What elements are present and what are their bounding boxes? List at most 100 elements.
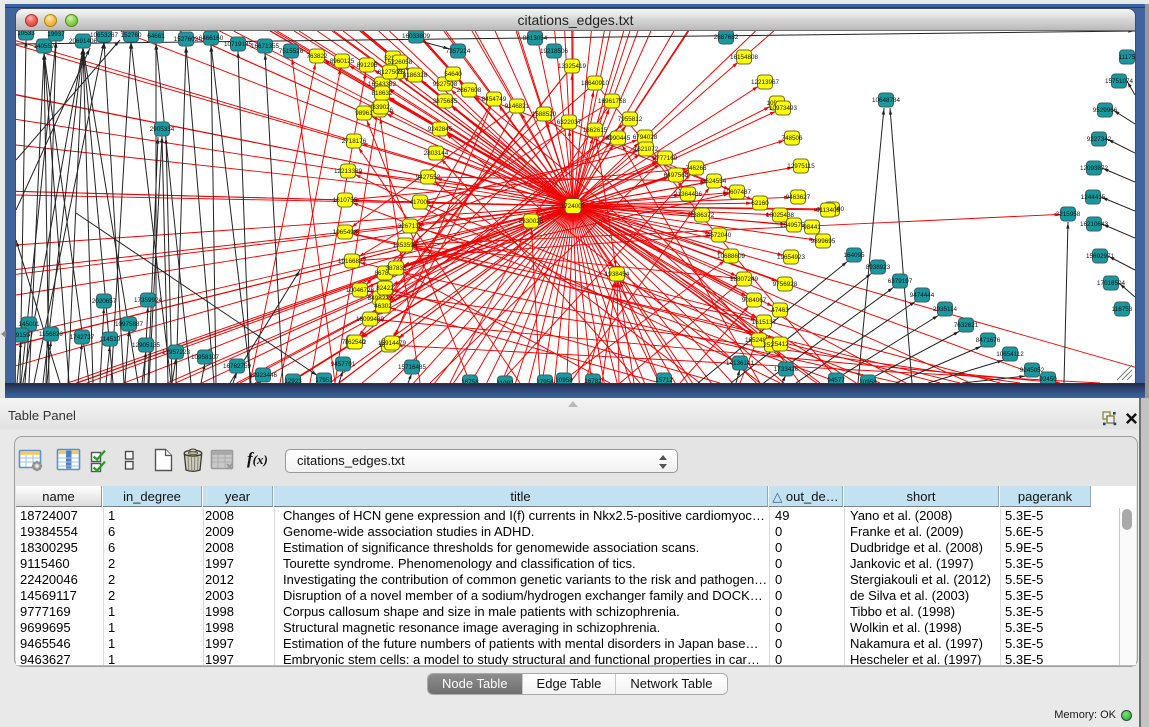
svg-text:1244415: 1244415 xyxy=(1081,194,1106,201)
svg-text:8990445: 8990445 xyxy=(606,135,631,142)
svg-text:1353594: 1353594 xyxy=(393,242,418,249)
svg-text:9529966: 9529966 xyxy=(1093,107,1118,114)
svg-text:4572040: 4572040 xyxy=(707,232,732,239)
svg-text:14136141: 14136141 xyxy=(726,360,755,367)
svg-text:9474444: 9474444 xyxy=(910,292,935,299)
svg-text:46302: 46302 xyxy=(374,303,392,310)
svg-text:16033809: 16033809 xyxy=(402,33,431,40)
svg-text:8454749: 8454749 xyxy=(482,96,507,103)
svg-text:17956: 17956 xyxy=(536,379,554,383)
svg-text:10653267: 10653267 xyxy=(90,32,119,39)
svg-text:152760: 152760 xyxy=(120,32,142,39)
svg-text:8960125: 8960125 xyxy=(330,58,355,65)
svg-text:16099489: 16099489 xyxy=(356,316,385,323)
svg-text:12975115: 12975115 xyxy=(787,163,815,170)
svg-text:7955812: 7955812 xyxy=(618,116,643,123)
svg-text:3875685: 3875685 xyxy=(433,98,458,105)
svg-text:9227342: 9227342 xyxy=(1087,136,1112,143)
svg-text:82422: 82422 xyxy=(376,285,394,292)
svg-text:83902: 83902 xyxy=(372,104,390,111)
svg-text:12905135: 12905135 xyxy=(132,342,161,349)
svg-text:16961758: 16961758 xyxy=(598,98,627,105)
svg-text:16758: 16758 xyxy=(461,379,479,383)
svg-text:2330023: 2330023 xyxy=(519,218,544,225)
svg-text:8127503: 8127503 xyxy=(378,69,403,76)
svg-text:98441: 98441 xyxy=(803,224,821,231)
svg-text:1615137: 1615137 xyxy=(752,319,777,326)
svg-text:19166827: 19166827 xyxy=(338,258,367,265)
svg-text:1742737: 1742737 xyxy=(70,334,95,341)
svg-text:47463: 47463 xyxy=(771,307,789,314)
svg-text:9777169: 9777169 xyxy=(653,155,678,162)
svg-text:6794028: 6794028 xyxy=(633,134,658,141)
svg-text:387833: 387833 xyxy=(385,265,407,272)
svg-text:2935114: 2935114 xyxy=(933,306,958,313)
svg-text:16671355: 16671355 xyxy=(251,43,280,50)
svg-text:11175: 11175 xyxy=(1119,54,1135,61)
svg-text:10688609: 10688609 xyxy=(717,253,746,260)
svg-text:16782759: 16782759 xyxy=(223,363,252,370)
svg-text:9113405: 9113405 xyxy=(816,207,841,214)
svg-text:18807249: 18807249 xyxy=(730,276,759,283)
svg-text:17951: 17951 xyxy=(315,377,333,383)
svg-text:417006: 417006 xyxy=(409,199,431,206)
svg-text:116753: 116753 xyxy=(1112,306,1133,313)
svg-text:6322037: 6322037 xyxy=(557,119,582,126)
svg-text:8938923: 8938923 xyxy=(866,264,891,271)
svg-text:2718176: 2718176 xyxy=(342,138,367,145)
svg-text:763822: 763822 xyxy=(306,53,328,60)
svg-text:20691406: 20691406 xyxy=(69,38,98,45)
svg-text:17957223: 17957223 xyxy=(162,349,191,356)
svg-text:15914479: 15914479 xyxy=(378,340,407,347)
svg-text:10958: 10958 xyxy=(859,379,877,383)
svg-text:2020657: 2020657 xyxy=(92,298,117,305)
svg-text:3267130: 3267130 xyxy=(398,223,423,230)
svg-text:1733426: 1733426 xyxy=(774,366,799,373)
svg-text:98961: 98961 xyxy=(355,110,373,117)
svg-text:10607487: 10607487 xyxy=(723,189,752,196)
svg-text:19654923: 19654923 xyxy=(777,254,806,261)
svg-text:145001: 145001 xyxy=(18,321,40,328)
svg-text:6379197: 6379197 xyxy=(888,278,913,285)
svg-text:12093872: 12093872 xyxy=(1080,165,1109,172)
svg-text:9427552: 9427552 xyxy=(416,174,441,181)
svg-text:9242845: 9242845 xyxy=(428,126,453,133)
svg-text:7632621: 7632621 xyxy=(954,322,979,329)
svg-text:1965498: 1965498 xyxy=(333,229,358,236)
svg-text:10958107: 10958107 xyxy=(191,354,220,361)
svg-text:19218506: 19218506 xyxy=(540,48,569,55)
svg-text:9756928: 9756928 xyxy=(773,281,798,288)
svg-text:19937: 19937 xyxy=(47,31,65,38)
svg-text:9327508: 9327508 xyxy=(433,81,458,88)
svg-text:10046728: 10046728 xyxy=(346,287,375,294)
svg-text:10654112: 10654112 xyxy=(996,351,1024,358)
svg-text:762540: 762540 xyxy=(344,339,366,346)
svg-text:1588520: 1588520 xyxy=(532,111,557,118)
svg-text:54640: 54640 xyxy=(444,71,462,78)
svg-text:92450: 92450 xyxy=(1039,376,1057,383)
svg-text:748506: 748506 xyxy=(781,135,803,142)
svg-text:12213389: 12213389 xyxy=(334,168,363,175)
svg-text:1724007: 1724007 xyxy=(561,203,586,210)
svg-text:2887682: 2887682 xyxy=(714,34,739,41)
svg-text:10958: 10958 xyxy=(555,377,573,383)
svg-text:8471676: 8471676 xyxy=(976,337,1001,344)
svg-text:11092: 11092 xyxy=(496,380,514,383)
svg-text:17016504: 17016504 xyxy=(1097,280,1126,287)
svg-text:746266: 746266 xyxy=(685,165,707,172)
svg-text:39159: 39159 xyxy=(16,332,30,339)
svg-text:17359924: 17359924 xyxy=(134,297,163,304)
svg-text:62160: 62160 xyxy=(751,200,769,207)
svg-text:6497568: 6497568 xyxy=(664,172,689,179)
svg-text:1362615: 1362615 xyxy=(583,127,608,134)
svg-text:10719185: 10719185 xyxy=(224,41,253,48)
svg-text:3215958: 3215958 xyxy=(1056,211,1081,218)
svg-text:7386372: 7386372 xyxy=(690,212,715,219)
svg-text:25412: 25412 xyxy=(771,341,789,348)
svg-text:18640910: 18640910 xyxy=(581,80,610,87)
svg-text:21364436: 21364436 xyxy=(674,191,703,198)
svg-text:8186328: 8186328 xyxy=(403,72,428,79)
svg-text:9899695: 9899695 xyxy=(811,238,836,245)
svg-text:15716485: 15716485 xyxy=(398,364,427,371)
svg-text:13325419: 13325419 xyxy=(558,63,587,70)
